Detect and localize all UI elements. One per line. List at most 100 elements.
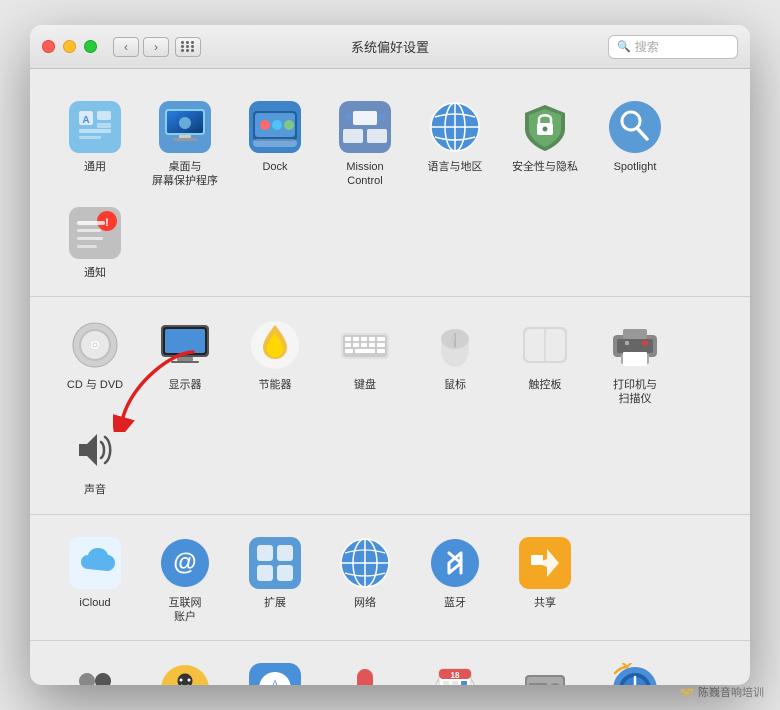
- pref-notifications[interactable]: ! 通知: [50, 197, 140, 288]
- search-box[interactable]: 🔍 搜索: [608, 35, 738, 59]
- pref-icloud[interactable]: iCloud: [50, 527, 140, 633]
- pref-desktop[interactable]: 桌面与屏幕保护程序: [140, 91, 230, 197]
- pref-internet-accounts[interactable]: @ 互联网账户: [140, 527, 230, 633]
- section-system: 用户与群组 家长控制: [30, 641, 750, 685]
- mission-label: MissionControl: [346, 160, 383, 189]
- pref-mission[interactable]: MissionControl: [320, 91, 410, 197]
- users-icon-wrap: [67, 661, 123, 685]
- pref-dictation[interactable]: 听写与语音: [320, 653, 410, 685]
- dictation-icon-wrap: [337, 661, 393, 685]
- general-label: 通用: [84, 160, 106, 174]
- sharing-icon: [519, 537, 571, 589]
- dock-icon: [249, 101, 301, 153]
- pref-sound[interactable]: 声音: [50, 414, 140, 505]
- mouse-label: 鼠标: [444, 378, 466, 392]
- cddvd-label: CD 与 DVD: [67, 378, 123, 392]
- printers-icon: [609, 319, 661, 371]
- notifications-label: 通知: [84, 266, 106, 280]
- forward-button[interactable]: ›: [143, 37, 169, 57]
- internetaccounts-icon: @: [159, 537, 211, 589]
- desktop-icon: [159, 101, 211, 153]
- energy-label: 节能器: [259, 378, 292, 392]
- personal-icons: A 通用: [50, 91, 730, 288]
- svg-text:18: 18: [451, 671, 460, 680]
- spotlight-label: Spotlight: [614, 160, 657, 174]
- system-icons: 用户与群组 家长控制: [50, 653, 730, 685]
- pref-printers[interactable]: 打印机与扫描仪: [590, 309, 680, 415]
- spotlight-icon: [609, 101, 661, 153]
- pref-displays[interactable]: 显示器: [140, 309, 230, 415]
- pref-mouse[interactable]: 鼠标: [410, 309, 500, 415]
- energy-icon-wrap: [247, 317, 303, 373]
- mission-icon-wrap: [337, 99, 393, 155]
- close-button[interactable]: [42, 40, 55, 53]
- preferences-content: A 通用: [30, 69, 750, 685]
- pref-spotlight[interactable]: Spotlight: [590, 91, 680, 197]
- general-icon: A: [69, 101, 121, 153]
- maximize-button[interactable]: [84, 40, 97, 53]
- displays-icon-wrap: [157, 317, 213, 373]
- pref-general[interactable]: A 通用: [50, 91, 140, 197]
- trackpad-label: 触控板: [529, 378, 562, 392]
- extensions-label: 扩展: [264, 596, 286, 610]
- desktop-icon-wrap: [157, 99, 213, 155]
- security-icon-wrap: [517, 99, 573, 155]
- parental-icon-wrap: [157, 661, 213, 685]
- printers-icon-wrap: [607, 317, 663, 373]
- trackpad-icon-wrap: [517, 317, 573, 373]
- section-hardware: CD 与 DVD 显示器: [30, 297, 750, 515]
- pref-appstore[interactable]: 🅐 App Store: [230, 653, 320, 685]
- keyboard-label: 键盘: [354, 378, 376, 392]
- internetaccounts-label: 互联网账户: [169, 596, 202, 625]
- timemachine-icon: [609, 663, 661, 685]
- printers-label: 打印机与扫描仪: [613, 378, 657, 407]
- pref-timemachine[interactable]: Time Machine: [590, 653, 680, 685]
- section-personal: A 通用: [30, 79, 750, 297]
- parental-icon: [159, 663, 211, 685]
- icloud-label: iCloud: [79, 596, 110, 610]
- dock-label: Dock: [262, 160, 287, 174]
- grid-view-button[interactable]: [175, 37, 201, 57]
- appstore-icon: 🅐: [249, 663, 301, 685]
- pref-sharing[interactable]: 共享: [500, 527, 590, 633]
- general-icon-wrap: A: [67, 99, 123, 155]
- bluetooth-icon: [429, 537, 481, 589]
- titlebar: ‹ › 系统偏好设置 🔍 搜索: [30, 25, 750, 69]
- back-button[interactable]: ‹: [113, 37, 139, 57]
- extensions-icon: [249, 537, 301, 589]
- traffic-lights: [42, 40, 97, 53]
- pref-cddvd[interactable]: CD 与 DVD: [50, 309, 140, 415]
- network-icon: [339, 537, 391, 589]
- displays-icon: [159, 319, 211, 371]
- language-icon-wrap: [427, 99, 483, 155]
- minimize-button[interactable]: [63, 40, 76, 53]
- notifications-icon: !: [69, 207, 121, 259]
- displays-label: 显示器: [169, 378, 202, 392]
- pref-bluetooth[interactable]: 蓝牙: [410, 527, 500, 633]
- language-icon: [429, 101, 481, 153]
- pref-datetime[interactable]: 18 日期与时间: [410, 653, 500, 685]
- bluetooth-icon-wrap: [427, 535, 483, 591]
- pref-energy[interactable]: 节能器: [230, 309, 320, 415]
- keyboard-icon: [339, 319, 391, 371]
- pref-security[interactable]: 安全性与隐私: [500, 91, 590, 197]
- cddvd-icon-wrap: [67, 317, 123, 373]
- pref-extensions[interactable]: 扩展: [230, 527, 320, 633]
- pref-dock[interactable]: Dock: [230, 91, 320, 197]
- pref-users[interactable]: 用户与群组: [50, 653, 140, 685]
- pref-parental[interactable]: 家长控制: [140, 653, 230, 685]
- svg-text:@: @: [173, 549, 196, 576]
- keyboard-icon-wrap: [337, 317, 393, 373]
- pref-language[interactable]: 语言与地区: [410, 91, 500, 197]
- pref-trackpad[interactable]: 触控板: [500, 309, 590, 415]
- extensions-icon-wrap: [247, 535, 303, 591]
- mouse-icon-wrap: [427, 317, 483, 373]
- trackpad-icon: [519, 319, 571, 371]
- sharing-label: 共享: [534, 596, 556, 610]
- pref-keyboard[interactable]: 键盘: [320, 309, 410, 415]
- security-icon: [519, 101, 571, 153]
- security-label: 安全性与隐私: [512, 160, 578, 174]
- pref-startup[interactable]: 启动磁盘: [500, 653, 590, 685]
- language-label: 语言与地区: [428, 160, 483, 174]
- pref-network[interactable]: 网络: [320, 527, 410, 633]
